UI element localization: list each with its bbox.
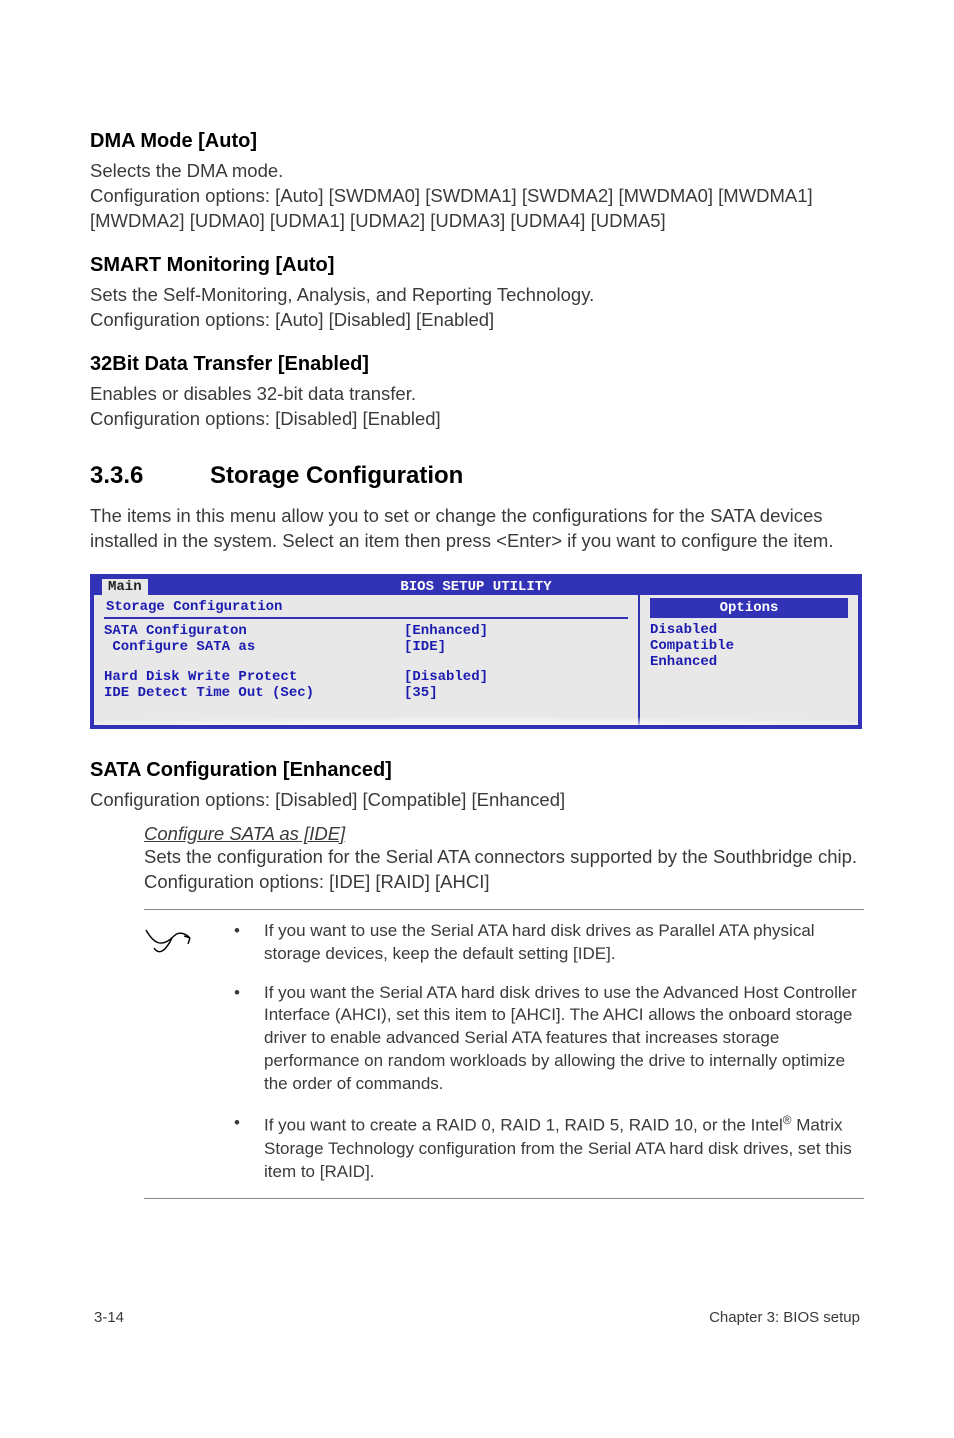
bios-setting-value: [Disabled] [404,669,488,685]
bios-options-header: Options [650,598,848,618]
section-title: Storage Configuration [210,462,463,489]
bios-setting-label: Hard Disk Write Protect [104,669,404,685]
heading-sata-config: SATA Configuration [Enhanced] [90,759,864,782]
configure-sata-body: Sets the configuration for the Serial AT… [144,845,864,895]
bios-setting-label: SATA Configuraton [104,623,404,639]
text: Configuration options: [Auto] [SWDMA0] [… [90,185,813,231]
bios-setting-value: [IDE] [404,639,446,655]
bios-setting-row: Hard Disk Write Protect[Disabled] [104,669,628,685]
heading-storage-config: 3.3.6Storage Configuration [90,462,864,490]
bios-setting-label: Configure SATA as [104,639,404,655]
note-icon [144,926,194,966]
bios-title-bar: BIOS SETUP UTILITY Main [90,574,862,595]
configure-sata-heading: Configure SATA as [IDE] [144,823,864,845]
para-32bit: Enables or disables 32-bit data transfer… [90,382,864,432]
footer-chapter: Chapter 3: BIOS setup [709,1309,860,1326]
bios-left-pane: Storage Configuration SATA Configuraton[… [94,595,640,725]
heading-smart: SMART Monitoring [Auto] [90,254,864,277]
para-section-intro: The items in this menu allow you to set … [90,504,864,554]
bios-setting-row: IDE Detect Time Out (Sec)[35] [104,685,628,701]
text: Selects the DMA mode. [90,160,283,181]
page-footer: 3-14 Chapter 3: BIOS setup [90,1309,864,1326]
heading-32bit: 32Bit Data Transfer [Enabled] [90,353,864,376]
text: Configuration options: [Disabled] [Enabl… [90,408,441,429]
bios-left-heading: Storage Configuration [104,595,628,619]
note-item: If you want to create a RAID 0, RAID 1, … [234,1112,864,1183]
bios-right-pane: Options DisabledCompatibleEnhanced [640,595,858,725]
bios-option-item: Compatible [650,638,848,654]
text: Configuration options: [Auto] [Disabled]… [90,309,494,330]
bios-setting-row: SATA Configuraton[Enhanced] [104,623,628,639]
text: Enables or disables 32-bit data transfer… [90,383,416,404]
para-sata-opts: Configuration options: [Disabled] [Compa… [90,788,864,813]
text: Sets the Self-Monitoring, Analysis, and … [90,284,594,305]
footer-page-number: 3-14 [94,1309,124,1326]
bios-title: BIOS SETUP UTILITY [400,579,551,595]
heading-dma-mode: DMA Mode [Auto] [90,130,864,153]
note-item: If you want the Serial ATA hard disk dri… [234,982,864,1097]
para-smart: Sets the Self-Monitoring, Analysis, and … [90,283,864,333]
bios-body: Storage Configuration SATA Configuraton[… [90,595,862,729]
bios-tab-main: Main [102,579,148,595]
note-list: If you want to use the Serial ATA hard d… [234,920,864,1184]
bios-setting-value: [Enhanced] [404,623,488,639]
para-dma: Selects the DMA mode. Configuration opti… [90,159,864,234]
bios-option-item: Enhanced [650,654,848,670]
bios-screenshot: BIOS SETUP UTILITY Main Storage Configur… [90,574,862,729]
bios-setting-value: [35] [404,685,438,701]
bios-option-item: Disabled [650,622,848,638]
note-item: If you want to use the Serial ATA hard d… [234,920,864,966]
bios-setting-label: IDE Detect Time Out (Sec) [104,685,404,701]
configure-sata-block: Configure SATA as [IDE] Sets the configu… [144,823,864,895]
section-number: 3.3.6 [90,462,210,490]
bios-setting-row: Configure SATA as[IDE] [104,639,628,655]
note-box: If you want to use the Serial ATA hard d… [144,909,864,1199]
